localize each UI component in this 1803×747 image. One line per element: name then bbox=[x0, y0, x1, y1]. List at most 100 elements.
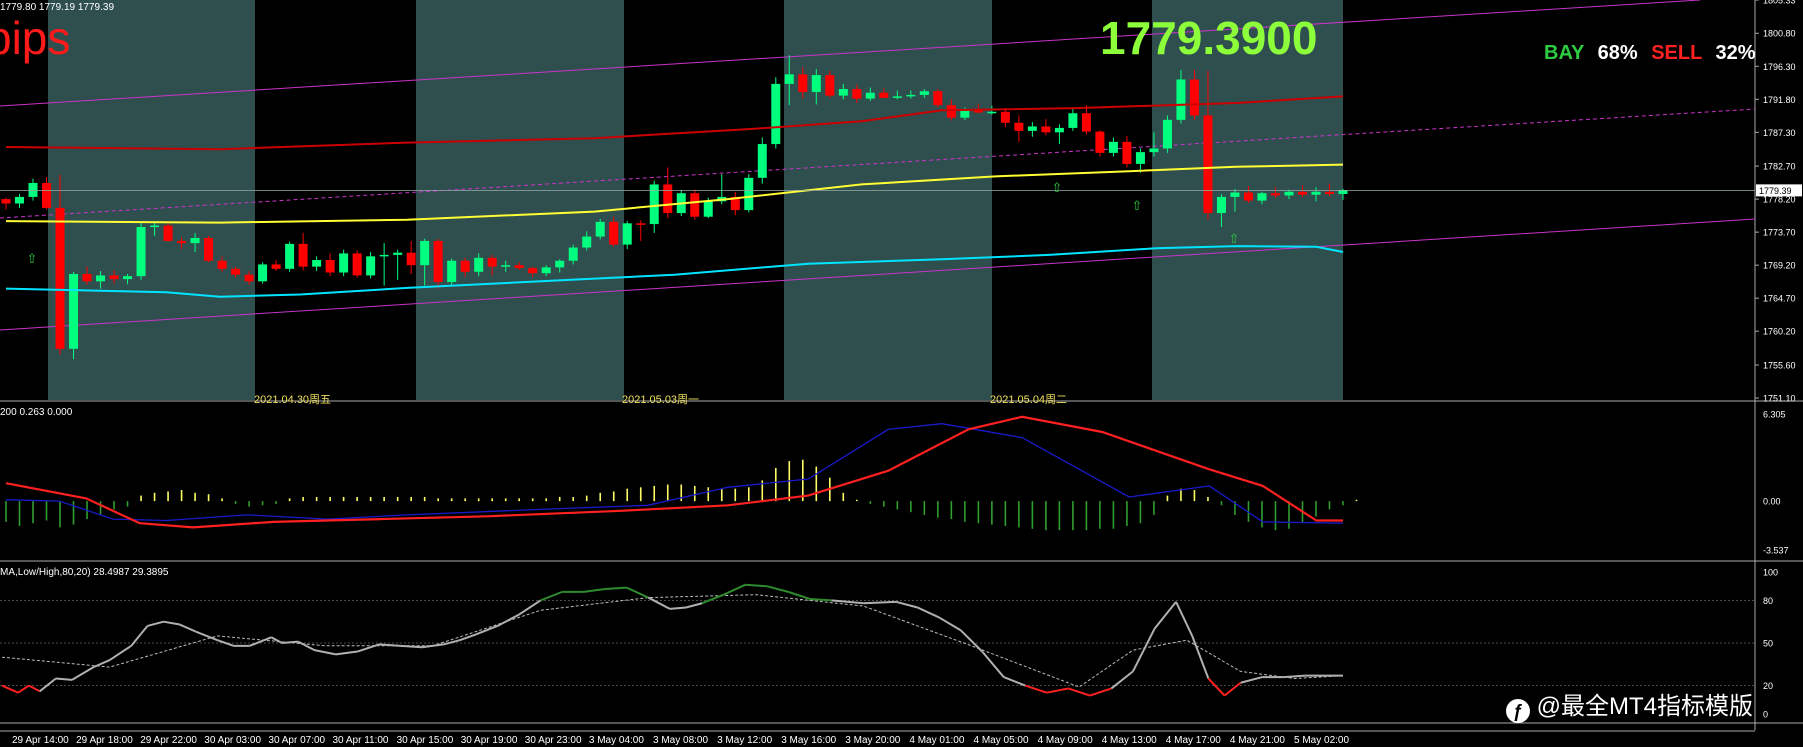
candle-body bbox=[420, 240, 430, 266]
stoch-main-segment bbox=[314, 649, 337, 656]
candle-body bbox=[1162, 119, 1172, 149]
candle-body bbox=[109, 275, 119, 280]
stoch-tick-label: 80 bbox=[1763, 596, 1773, 606]
candle-body bbox=[1216, 196, 1226, 214]
candle-body bbox=[474, 257, 484, 272]
candle-body bbox=[231, 268, 241, 275]
stoch-main-segment bbox=[1240, 676, 1263, 684]
candle-body bbox=[123, 276, 133, 280]
stoch-main-segment bbox=[938, 616, 962, 632]
stoch-main-segment bbox=[378, 643, 401, 647]
up-arrow-icon: ⇧ bbox=[1132, 198, 1143, 213]
stoch-main-segment bbox=[147, 620, 164, 627]
candle-body bbox=[1081, 113, 1091, 132]
candle-body bbox=[663, 184, 673, 214]
buy-percent: 68% bbox=[1597, 42, 1638, 64]
stoch-main-segment bbox=[459, 633, 477, 642]
candle-body bbox=[1014, 122, 1024, 131]
candle-body bbox=[1149, 148, 1159, 153]
stoch-main-segment bbox=[981, 650, 1005, 678]
stoch-main-segment bbox=[1003, 676, 1026, 687]
price-tick-label: 1796.30 bbox=[1763, 62, 1796, 72]
stoch-main-segment bbox=[17, 684, 30, 694]
session-band bbox=[416, 0, 624, 400]
price-tick-label: 1805.33 bbox=[1763, 0, 1796, 6]
macd-tick-label: 0.00 bbox=[1763, 497, 1781, 507]
candle-body bbox=[1324, 191, 1334, 194]
candle-body bbox=[1257, 193, 1267, 201]
watermark: ƒ @最全MT4指标模版 bbox=[1506, 686, 1753, 723]
candle-body bbox=[1311, 191, 1321, 195]
stoch-main-segment bbox=[71, 666, 95, 681]
session-band bbox=[784, 0, 992, 400]
app-logo-icon: ƒ bbox=[1506, 699, 1530, 723]
time-tick-label: 30 Apr 15:00 bbox=[397, 735, 454, 746]
stoch-main-segment bbox=[1068, 687, 1091, 697]
candle-body bbox=[42, 182, 52, 208]
time-tick-label: 3 May 04:00 bbox=[589, 735, 644, 746]
stoch-main-segment bbox=[443, 639, 461, 646]
candle-body bbox=[879, 92, 889, 98]
candle-body bbox=[1135, 152, 1145, 164]
price-tick-label: 1755.60 bbox=[1763, 360, 1796, 370]
stoch-main-segment bbox=[400, 644, 423, 649]
macd-tick-label: -3.537 bbox=[1763, 546, 1789, 556]
candle-body bbox=[771, 83, 781, 145]
candle-body bbox=[204, 238, 214, 261]
candle-body bbox=[933, 91, 943, 106]
stoch-main-segment bbox=[1089, 687, 1112, 697]
candle-body bbox=[177, 240, 187, 244]
stoch-main-segment bbox=[195, 630, 218, 642]
price-tick-label: 1791.80 bbox=[1763, 95, 1796, 105]
stoch-main-segment bbox=[626, 586, 649, 599]
candle-body bbox=[568, 247, 578, 261]
stoch-main-segment bbox=[1132, 628, 1156, 672]
time-tick-label: 4 May 01:00 bbox=[909, 735, 964, 746]
candle-body bbox=[987, 111, 997, 114]
candle-body bbox=[1054, 127, 1064, 133]
candle-body bbox=[1189, 79, 1199, 116]
session-label-1: 2021.04.30周五 bbox=[254, 394, 332, 406]
candle-body bbox=[609, 221, 619, 245]
stoch-main-segment bbox=[421, 643, 444, 649]
candle-body bbox=[96, 275, 106, 282]
stoch-main-segment bbox=[647, 596, 671, 610]
candle-body bbox=[636, 223, 646, 225]
stoch-main-segment bbox=[270, 636, 283, 644]
candle-body bbox=[271, 264, 281, 269]
price-tick-label: 1764.70 bbox=[1763, 294, 1796, 304]
candle-body bbox=[339, 253, 349, 273]
stoch-tick-label: 50 bbox=[1763, 639, 1773, 649]
candle-body bbox=[528, 268, 538, 274]
candle-body bbox=[865, 92, 875, 99]
candle-body bbox=[366, 256, 376, 276]
stoch-main-segment bbox=[39, 677, 57, 693]
sell-percent: 32% bbox=[1715, 42, 1756, 64]
candle-body bbox=[1095, 131, 1105, 153]
candle-body bbox=[501, 265, 511, 267]
sell-label: SELL bbox=[1651, 42, 1702, 64]
candle-body bbox=[892, 96, 902, 98]
time-tick-label: 30 Apr 03:00 bbox=[204, 735, 261, 746]
stoch-main-segment bbox=[55, 677, 73, 681]
candle-body bbox=[1230, 192, 1240, 197]
candle-body bbox=[622, 223, 632, 245]
time-tick-label: 3 May 20:00 bbox=[845, 735, 900, 746]
macd-tick-label: 6.305 bbox=[1763, 410, 1786, 420]
price-tick-label: 1769.20 bbox=[1763, 261, 1796, 271]
session-band bbox=[48, 0, 255, 400]
time-tick-label: 30 Apr 11:00 bbox=[333, 735, 389, 746]
watermark-text: @最全MT4指标模版 bbox=[1536, 693, 1754, 720]
candle-body bbox=[811, 75, 821, 92]
candle-body bbox=[82, 273, 92, 282]
time-tick-label: 5 May 02:00 bbox=[1294, 735, 1349, 746]
price-tick-label: 1800.80 bbox=[1763, 29, 1796, 39]
stoch-main-segment bbox=[1, 684, 19, 694]
stoch-tick-label: 100 bbox=[1763, 568, 1778, 578]
stoch-main-segment bbox=[540, 590, 563, 602]
stoch-main-segment bbox=[497, 613, 520, 627]
candle-body bbox=[798, 74, 808, 92]
stoch-tick-label: 20 bbox=[1763, 681, 1773, 691]
candle-body bbox=[744, 177, 754, 211]
candle-body bbox=[55, 207, 65, 349]
